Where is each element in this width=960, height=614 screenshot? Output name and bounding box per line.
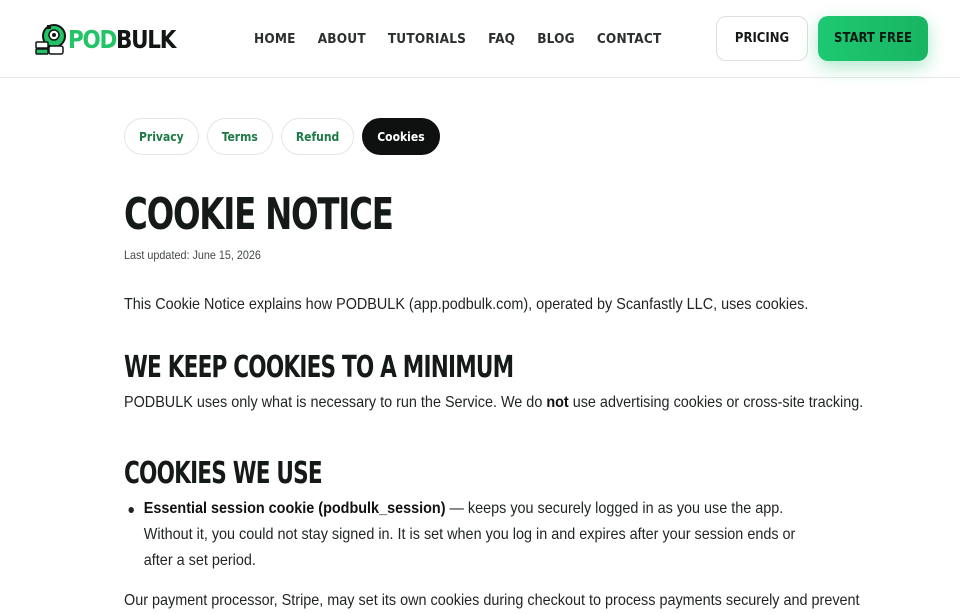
stripe-paragraph: Our payment processor, Stripe, may set i…: [124, 592, 860, 609]
last-updated: Last updated: June 15, 2026: [124, 248, 261, 262]
tab-terms[interactable]: Terms: [206, 118, 273, 155]
section-heading-minimum: WE KEEP COOKIES TO A MINIMUM: [124, 350, 514, 385]
tab-refund[interactable]: Refund: [280, 118, 355, 155]
intro-paragraph: This Cookie Notice explains how PODBULK …: [124, 296, 809, 313]
nav-contact[interactable]: CONTACT: [597, 31, 662, 47]
main-content: COOKIE NOTICE Last updated: June 15, 202…: [124, 186, 864, 614]
nav-about[interactable]: ABOUT: [318, 31, 366, 47]
page-title: COOKIE NOTICE: [124, 189, 394, 240]
logo-wordmark: PODBULK: [68, 24, 176, 54]
nav-home[interactable]: HOME: [254, 31, 296, 47]
main-nav: HOME ABOUT TUTORIALS FAQ BLOG CONTACT: [254, 31, 683, 47]
nav-faq[interactable]: FAQ: [488, 31, 515, 47]
tab-privacy[interactable]: Privacy: [124, 118, 199, 155]
start-free-button[interactable]: START FREE: [818, 16, 928, 61]
robot-logo-icon: [34, 22, 68, 56]
logo[interactable]: PODBULK: [34, 20, 193, 58]
site-header: PODBULK HOME ABOUT TUTORIALS FAQ BLOG CO…: [0, 0, 960, 78]
tab-cookies[interactable]: Cookies: [362, 118, 440, 155]
nav-tutorials[interactable]: TUTORIALS: [388, 31, 466, 47]
pricing-button[interactable]: PRICING: [716, 16, 808, 61]
section-text-minimum: PODBULK uses only what is necessary to r…: [124, 394, 864, 411]
list-item: Essential session cookie (podbulk_sessio…: [124, 496, 822, 574]
legal-tabs: Privacy Terms Refund Cookies: [124, 118, 440, 155]
section-heading-cookies-we-use: COOKIES WE USE: [124, 456, 323, 491]
nav-blog[interactable]: BLOG: [537, 31, 575, 47]
